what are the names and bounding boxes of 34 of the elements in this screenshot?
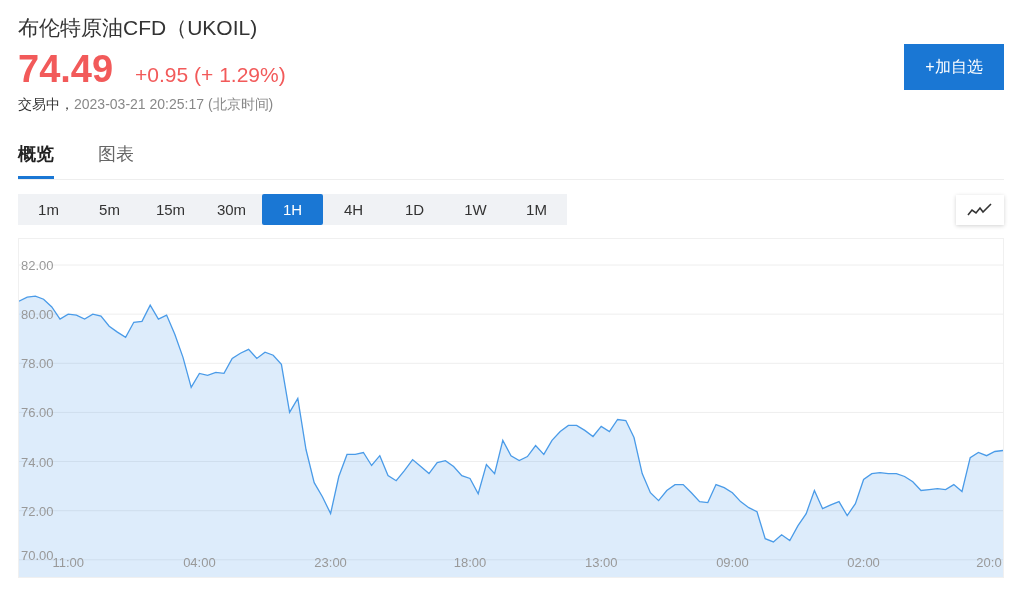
y-axis-label: 78.00 <box>21 356 54 372</box>
price-change: +0.95 (+ 1.29%) <box>135 63 286 87</box>
trading-status: 交易中， <box>18 96 74 112</box>
period-button[interactable]: 30m <box>201 194 262 225</box>
x-axis-label: 11:00 <box>52 555 84 570</box>
tab[interactable]: 图表 <box>98 136 134 179</box>
x-axis-label: 13:00 <box>584 555 618 570</box>
y-axis-label: 72.00 <box>21 503 54 519</box>
price: 74.49 <box>18 48 114 90</box>
y-axis-label: 80.00 <box>21 307 54 323</box>
period-button[interactable]: 1D <box>384 194 445 225</box>
period-button[interactable]: 15m <box>140 194 201 225</box>
x-axis-label: 02:00 <box>847 555 880 570</box>
y-axis-label: 70.00 <box>21 548 54 563</box>
line-chart-icon <box>967 202 993 217</box>
period-button[interactable]: 1m <box>18 194 79 225</box>
chart-type-button[interactable] <box>956 194 1004 225</box>
y-axis-label: 74.00 <box>21 454 54 470</box>
y-axis-label: 76.00 <box>21 405 54 421</box>
period-button[interactable]: 5m <box>79 194 140 225</box>
period-button[interactable]: 1M <box>506 194 567 225</box>
y-axis-label: 82.00 <box>21 258 54 274</box>
tab[interactable]: 概览 <box>18 136 54 179</box>
x-axis-label: 23:00 <box>314 555 347 570</box>
x-axis-label: 09:00 <box>716 555 749 570</box>
timestamp: 2023-03-21 20:25:17 (北京时间) <box>74 96 274 112</box>
x-axis-label: 18:00 <box>453 555 487 570</box>
period-button[interactable]: 1H <box>262 194 323 225</box>
add-watchlist-button[interactable]: +加自选 <box>904 44 1004 90</box>
instrument-title: 布伦特原油CFD（UKOIL) <box>18 15 259 41</box>
period-button[interactable]: 4H <box>323 194 384 225</box>
period-button[interactable]: 1W <box>445 194 506 225</box>
x-axis-label: 20:0 <box>976 555 1002 570</box>
x-axis-label: 04:00 <box>183 555 216 570</box>
